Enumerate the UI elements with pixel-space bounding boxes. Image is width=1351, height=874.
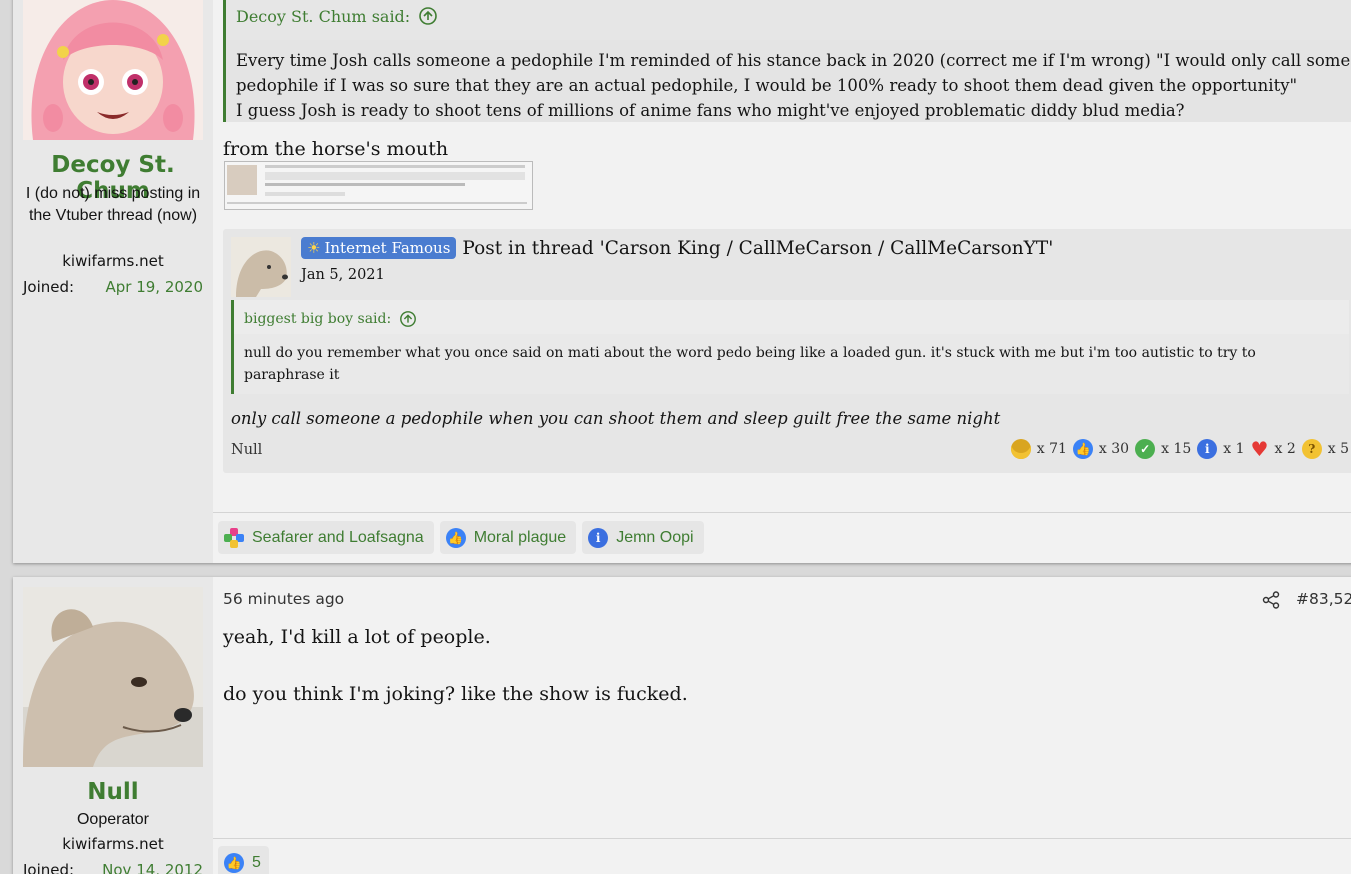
dog-avatar-image <box>23 587 203 767</box>
joined-date: Nov 14, 2012 <box>102 861 203 874</box>
post-content: 56 minutes ago #83,524 yeah, I'd kill a … <box>213 577 1351 874</box>
joined-row: Joined: Apr 19, 2020 <box>23 278 203 296</box>
divider <box>213 838 1351 839</box>
user-title: Ooperator <box>76 811 150 828</box>
reaction-count: x 2 <box>1274 441 1296 457</box>
go-to-quote-icon[interactable] <box>418 6 438 26</box>
thumbs-up-icon: 👍 <box>224 852 244 873</box>
joined-date: Apr 19, 2020 <box>105 278 203 296</box>
quote-header: Decoy St. Chum said: <box>236 6 438 26</box>
badge-label: Internet Famous <box>324 239 451 257</box>
embedded-post: ☀ Internet Famous Post in thread 'Carson… <box>223 229 1351 473</box>
reaction-chip[interactable]: 👍 Moral plague <box>439 521 577 554</box>
reactions-bar: 👍 5 <box>218 846 269 874</box>
inner-quote-header: biggest big boy said: <box>244 310 417 328</box>
dog-avatar-image <box>231 237 291 297</box>
inner-quote: biggest big boy said: null do you rememb… <box>231 300 1349 394</box>
user-site: kiwifarms.net <box>62 835 164 853</box>
go-to-quote-icon[interactable] <box>399 310 417 328</box>
post-body-line: do you think I'm joking? like the show i… <box>223 683 688 705</box>
embed-avatar[interactable] <box>231 237 291 297</box>
joined-label: Joined: <box>23 861 75 874</box>
share-icon[interactable] <box>1262 591 1280 609</box>
check-icon: ✓ <box>1135 439 1156 459</box>
joined-label: Joined: <box>23 278 75 296</box>
thumbs-up-icon: 👍 <box>445 527 466 548</box>
post-time[interactable]: 56 minutes ago <box>223 590 344 608</box>
attachment-thumbnail[interactable] <box>224 161 533 210</box>
inner-quote-line: null do you remember what you once said … <box>244 345 1256 361</box>
divider <box>213 512 1351 513</box>
reaction-count: x 1 <box>1223 441 1245 457</box>
screenshot-thumbnail-image <box>227 165 527 204</box>
reaction-summary[interactable]: 👍 5 <box>218 846 269 874</box>
reaction-count: x 71 <box>1036 441 1067 457</box>
embed-text: only call someone a pedophile when you c… <box>231 409 1001 428</box>
user-pane: Decoy St. Chum I (do not) miss posting i… <box>13 0 213 563</box>
joined-row: Joined: Nov 14, 2012 <box>23 861 203 874</box>
reaction-user[interactable]: Moral plague <box>474 529 567 547</box>
quote-line: I guess Josh is ready to shoot tens of m… <box>236 101 1185 120</box>
heart-icon: ♥ <box>1250 437 1269 461</box>
user-site: kiwifarms.net <box>62 252 164 270</box>
medal-icon <box>1010 439 1031 459</box>
user-pane: Null Ooperator kiwifarms.net Joined: Nov… <box>13 577 213 874</box>
inner-quote-author[interactable]: biggest big boy said: <box>244 311 391 327</box>
post-null: Null Ooperator kiwifarms.net Joined: Nov… <box>13 577 1351 874</box>
puzzle-icon <box>224 527 244 548</box>
inner-quote-line: paraphrase it <box>244 367 340 383</box>
info-icon: i <box>588 527 609 548</box>
reaction-count: x 5 <box>1327 441 1349 457</box>
reaction-count[interactable]: 5 <box>252 854 261 872</box>
sun-icon: ☀ <box>307 239 321 257</box>
reaction-user[interactable]: Jemn Oopi <box>616 529 693 547</box>
reaction-chip[interactable]: Seafarer and Loafsagna <box>218 521 434 554</box>
post-content: Decoy St. Chum said: Every time Josh cal… <box>213 0 1351 563</box>
quote-author[interactable]: Decoy St. Chum said: <box>236 7 410 26</box>
embed-title-row: ☀ Internet Famous Post in thread 'Carson… <box>301 237 1053 259</box>
embed-author[interactable]: Null <box>231 442 262 458</box>
anime-girl-avatar-image <box>23 0 203 140</box>
post-body-line: yeah, I'd kill a lot of people. <box>223 626 491 648</box>
thinking-icon: ? <box>1301 439 1322 459</box>
embed-date: Jan 5, 2021 <box>301 267 385 283</box>
thumbs-up-icon: 👍 <box>1072 439 1093 459</box>
post-body-text: from the horse's mouth <box>223 138 449 160</box>
reaction-count: x 30 <box>1098 441 1130 457</box>
reactions-bar: Seafarer and Loafsagna 👍 Moral plague i … <box>218 521 704 554</box>
quote-block: Decoy St. Chum said: Every time Josh cal… <box>223 0 1351 122</box>
quote-body: Every time Josh calls someone a pedophil… <box>226 40 1351 122</box>
reaction-count: x 15 <box>1161 441 1192 457</box>
quote-line: Every time Josh calls someone a pedophil… <box>236 51 1351 70</box>
quote-line: pedophile if I was so sure that they are… <box>236 76 1298 95</box>
reaction-user[interactable]: Seafarer and Loafsagna <box>252 529 424 547</box>
post-number[interactable]: #83,524 <box>1296 590 1351 608</box>
username[interactable]: Null <box>13 779 213 805</box>
post-decoy-st-chum: Decoy St. Chum I (do not) miss posting i… <box>13 0 1351 563</box>
user-title: I (do not) miss posting in the Vtuber th… <box>25 185 201 224</box>
info-icon: i <box>1197 439 1218 459</box>
internet-famous-badge: ☀ Internet Famous <box>301 237 457 259</box>
avatar[interactable] <box>23 587 203 767</box>
embed-title[interactable]: Post in thread 'Carson King / CallMeCars… <box>462 238 1053 259</box>
inner-quote-body: null do you remember what you once said … <box>234 334 1349 394</box>
reaction-chip[interactable]: i Jemn Oopi <box>582 521 704 554</box>
embed-reactions: x 71 👍 x 30 ✓ x 15 i x 1 ♥ x 2 ? x 5 <box>1010 437 1349 461</box>
